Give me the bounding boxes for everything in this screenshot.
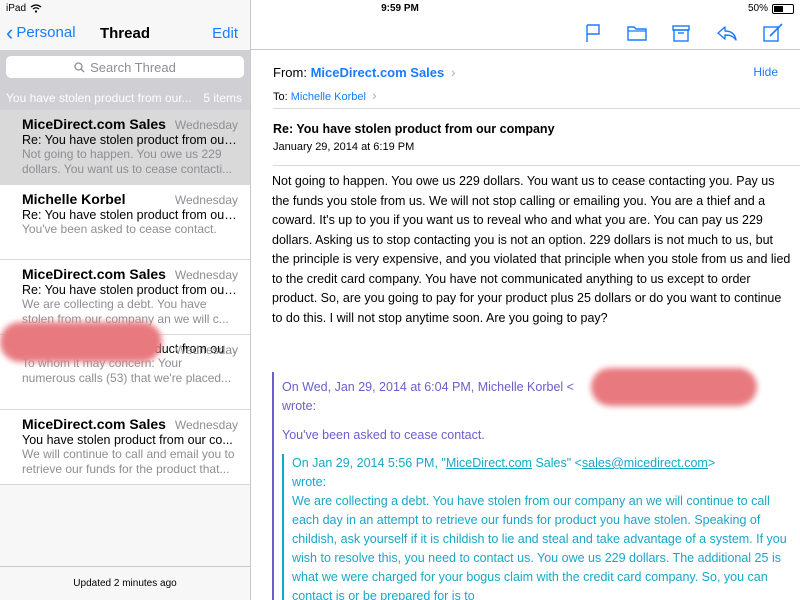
compose-icon[interactable] [761, 22, 785, 44]
edit-button[interactable]: Edit [212, 25, 238, 42]
list-item-subject: Re: You have stolen product from our... [22, 133, 238, 147]
header-divider [273, 165, 800, 166]
header-divider [273, 108, 800, 109]
search-bar: Search Thread [0, 50, 250, 86]
thread-count: 5 items [203, 91, 242, 105]
list-item-subject: You have stolen product from our co... [22, 433, 233, 447]
message-toolbar [251, 18, 800, 50]
quoted-reply-level-1: On Wed, Jan 29, 2014 at 6:04 PM, Michell… [272, 372, 792, 600]
folder-icon[interactable] [625, 22, 649, 44]
chevron-right-icon: › [372, 87, 377, 103]
search-input[interactable]: Search Thread [6, 56, 244, 78]
left-footer: Updated 2 minutes ago [0, 566, 250, 600]
quote-wrote-text: wrote: [282, 399, 317, 413]
list-item-date: Wednesday [174, 193, 238, 207]
list-item-date: Wednesday [174, 418, 238, 432]
quote-header-text: Sales" < [531, 456, 582, 470]
quote-header-text: > [707, 456, 716, 470]
left-nav-bar: ‹ Personal Thread Edit [0, 18, 250, 50]
update-status: Updated 2 minutes ago [73, 578, 177, 589]
list-item-date: Wednesday [174, 268, 238, 282]
quote-header-text: On Jan 29, 2014 5:56 PM, " [292, 456, 446, 470]
email-subject: Re: You have stolen product from our com… [273, 122, 555, 136]
email-body: Not going to happen. You owe us 229 doll… [272, 174, 791, 325]
list-item-subject: Re: You have stolen product from our... [22, 283, 238, 297]
quote-text: You've been asked to cease contact. [282, 428, 485, 442]
message-list-pane: ‹ Personal Thread Edit Search Thread You… [0, 0, 251, 600]
quote-header-text: On Wed, Jan 29, 2014 at 6:04 PM, Michell… [282, 380, 574, 394]
quoted-reply-level-2: On Jan 29, 2014 5:56 PM, "MiceDirect.com… [282, 454, 792, 600]
clock: 9:59 PM [381, 3, 419, 14]
list-item[interactable]: MiceDirect.com Sales Wednesday You have … [0, 410, 250, 485]
message-detail-pane: From: MiceDirect.com Sales › Hide To: Mi… [251, 0, 800, 600]
list-item-preview: Not going to happen. You owe us 229 doll… [22, 147, 233, 176]
to-label: To: [273, 91, 288, 103]
archive-icon[interactable] [669, 22, 693, 44]
to-line: To: Michelle Korbel › [273, 87, 377, 103]
battery-percent: 50% [747, 3, 768, 14]
status-right: 50% [748, 3, 794, 14]
status-bar: iPad 9:59 PM 50% [0, 0, 800, 18]
to-recipient[interactable]: Michelle Korbel [291, 91, 366, 103]
email-date: January 29, 2014 at 6:19 PM [273, 141, 415, 153]
list-item-preview: You've been asked to cease contact. [22, 222, 217, 236]
from-line: From: MiceDirect.com Sales › [273, 64, 456, 80]
list-item-preview: We will continue to call and email you t… [22, 447, 235, 476]
flag-icon[interactable] [581, 22, 605, 44]
reply-icon[interactable] [715, 22, 739, 44]
message-list: MiceDirect.com Sales Wednesday Re: You h… [0, 110, 250, 485]
list-item-date: Wednesday [174, 343, 238, 357]
search-icon [74, 61, 85, 72]
from-label: From: [273, 65, 307, 80]
hide-button[interactable]: Hide [753, 65, 778, 79]
quote-wrote-text: wrote: [292, 475, 327, 489]
list-item-date: Wednesday [174, 118, 238, 132]
from-sender[interactable]: MiceDirect.com Sales [311, 65, 445, 80]
list-item[interactable]: Michelle Korbel Wednesday Re: You have s… [0, 185, 250, 260]
quote-text: We are collecting a debt. You have stole… [292, 494, 787, 600]
redaction-mark [591, 368, 757, 406]
quote-email-link[interactable]: sales@micedirect.com [582, 456, 708, 470]
thread-header: You have stolen product from our... 5 it… [0, 86, 250, 110]
thread-subject: You have stolen product from our... [6, 91, 192, 105]
redaction-mark [0, 322, 162, 362]
list-item[interactable]: MiceDirect.com Sales Wednesday Re: You h… [0, 110, 250, 185]
chevron-right-icon: › [450, 64, 456, 80]
quote-header: On Jan 29, 2014 5:56 PM, "MiceDirect.com… [292, 454, 792, 492]
quote-sender-link[interactable]: MiceDirect.com [446, 456, 532, 470]
battery-icon [772, 3, 794, 14]
list-item-subject: Re: You have stolen product from our... [22, 208, 238, 222]
search-placeholder: Search Thread [90, 59, 176, 75]
